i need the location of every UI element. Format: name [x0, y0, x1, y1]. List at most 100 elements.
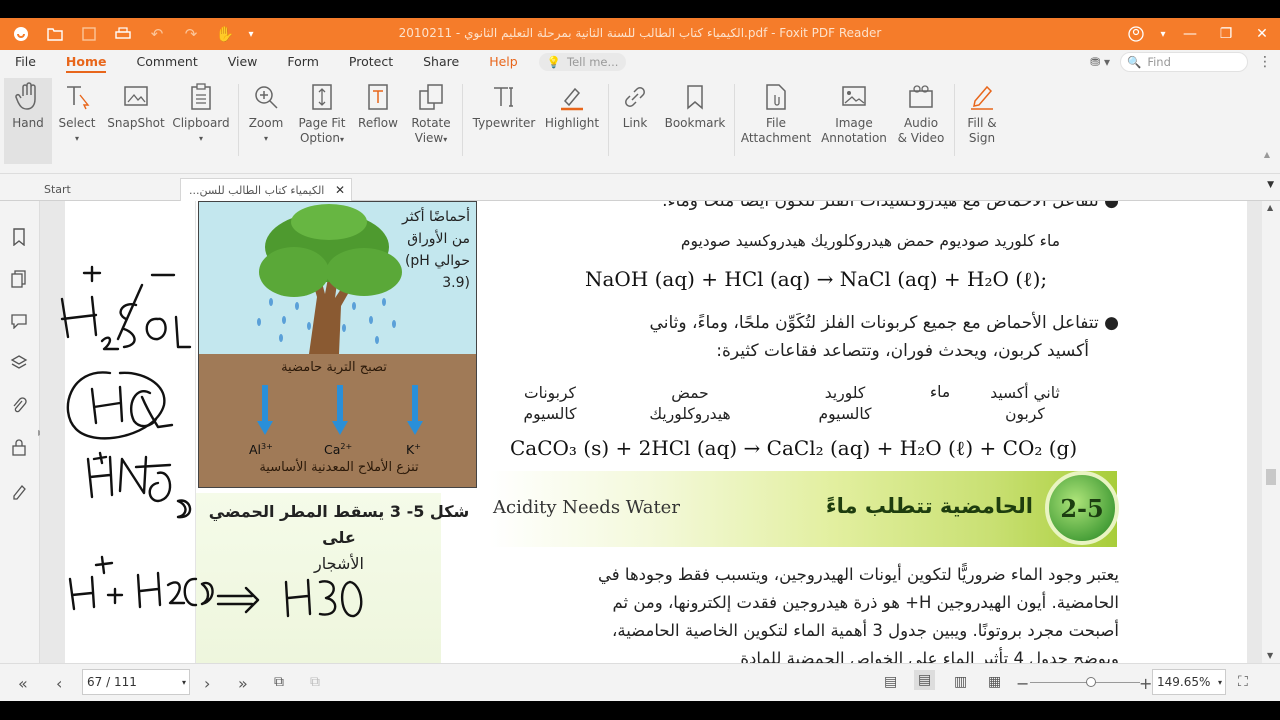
search-icon: 🔍	[1127, 55, 1142, 69]
redo-icon[interactable]: ↷	[174, 18, 208, 50]
page-number-input[interactable]: 67 / 111 ▾	[82, 669, 190, 695]
typewriter-icon	[491, 78, 517, 116]
name-co2: ثاني أكسيد كربون	[990, 384, 1060, 423]
bookmark-panel-icon[interactable]	[9, 227, 29, 247]
window-controls: ▾ — ❐ ✕	[1118, 18, 1280, 50]
tell-me-box[interactable]: 💡 Tell me...	[538, 53, 627, 71]
figure-label-line-3: حوالي pH)	[404, 253, 470, 269]
zoom-out-icon[interactable]: −	[1016, 674, 1029, 693]
figure-label-line-1: أحماضًا أكثر	[401, 209, 470, 225]
equation-naoh-hcl: NaOH (aq) + HCl (aq) → NaCl (aq) + H₂O (…	[585, 267, 1048, 291]
account-menu-icon[interactable]: ▾	[1154, 18, 1172, 50]
section-number-badge: 2-5	[1045, 471, 1119, 545]
page-fit-option-button[interactable]: Page Fit Option▾	[296, 78, 348, 164]
pages-panel-icon[interactable]	[9, 269, 29, 289]
menu-home[interactable]: Home	[51, 50, 122, 74]
ribbon-collapse-icon[interactable]: ▲	[1264, 150, 1270, 159]
close-icon[interactable]: ✕	[1244, 18, 1280, 50]
rotate-view-button[interactable]: Rotate View▾	[408, 78, 454, 164]
menu-protect[interactable]: Protect	[334, 50, 408, 74]
tab-list-icon[interactable]: ▼	[1267, 180, 1274, 190]
scroll-thumb[interactable]	[1266, 469, 1276, 485]
vertical-scrollbar[interactable]: ▲ ▼	[1262, 201, 1280, 663]
menu-file[interactable]: File	[0, 50, 51, 74]
zoom-button[interactable]: Zoom ▾	[246, 78, 286, 164]
undo-icon[interactable]: ↶	[140, 18, 174, 50]
find-input[interactable]: 🔍 Find	[1120, 52, 1248, 72]
menu-form[interactable]: Form	[272, 50, 334, 74]
security-panel-icon[interactable]	[9, 437, 29, 457]
account-icon[interactable]	[1118, 18, 1154, 50]
typewriter-button[interactable]: Typewriter	[472, 78, 536, 164]
bookmark-button[interactable]: Bookmark	[664, 78, 726, 164]
scroll-down-icon[interactable]: ▼	[1267, 651, 1273, 660]
scroll-up-icon[interactable]: ▲	[1267, 203, 1273, 212]
ribbon-separator	[954, 84, 955, 156]
more-options-icon[interactable]: ⋮	[1258, 54, 1272, 70]
section-title-english: Acidity Needs Water	[493, 497, 680, 518]
continuous-facing-icon[interactable]: ▦	[988, 674, 1001, 690]
menu-view[interactable]: View	[213, 50, 273, 74]
minimize-icon[interactable]: —	[1172, 18, 1208, 50]
audio-video-icon	[908, 78, 934, 116]
page-dropdown-icon[interactable]: ▾	[182, 678, 186, 687]
ion-al-label: Al3+	[249, 442, 273, 458]
zoom-dropdown-icon: ▾	[263, 134, 268, 143]
layers-panel-icon[interactable]	[9, 353, 29, 373]
facing-view-icon[interactable]: ▥	[954, 674, 967, 690]
previous-page-icon[interactable]: ‹	[56, 674, 62, 693]
comments-panel-icon[interactable]	[9, 311, 29, 331]
file-attachment-button[interactable]: File Attachment	[741, 78, 811, 164]
tab-document[interactable]: الكيمياء كتاب الطالب للسن... ✕	[180, 178, 352, 201]
title-bar: ↶ ↷ ✋ ▾ الكيمياء كتاب الطالب للسنة الثان…	[0, 18, 1280, 50]
zoom-dropdown-icon[interactable]: ▾	[1218, 678, 1222, 687]
menu-share[interactable]: Share	[408, 50, 474, 74]
menu-right-tools: ⛃ ▾ 🔍 Find ⋮	[1090, 50, 1272, 74]
hand-tool-quick-icon[interactable]: ✋	[208, 18, 242, 50]
highlight-button[interactable]: Highlight	[544, 78, 600, 164]
open-folder-icon[interactable]	[38, 18, 72, 50]
highlight-icon	[559, 78, 585, 116]
continuous-view-icon[interactable]: ▤	[914, 670, 936, 690]
search-options-icon[interactable]: ⛃ ▾	[1090, 55, 1110, 69]
previous-view-icon[interactable]: ⧉	[274, 674, 284, 690]
zoom-level-input[interactable]: 149.65% ▾	[1152, 669, 1226, 695]
signatures-panel-icon[interactable]	[9, 481, 29, 501]
link-button[interactable]: Link	[616, 78, 654, 164]
first-page-icon[interactable]: «	[18, 674, 28, 693]
save-icon[interactable]	[72, 18, 106, 50]
clipboard-icon	[190, 78, 212, 116]
customize-quick-access-icon[interactable]: ▾	[242, 18, 260, 50]
close-tab-icon[interactable]: ✕	[335, 183, 345, 197]
image-annotation-button[interactable]: Image Annotation	[820, 78, 888, 164]
attachments-panel-icon[interactable]	[9, 395, 29, 415]
figure-label-line-4: (3.9	[442, 275, 470, 291]
restore-icon[interactable]: ❐	[1208, 18, 1244, 50]
single-page-view-icon[interactable]: ▤	[884, 674, 897, 690]
reflow-button[interactable]: Reflow	[356, 78, 400, 164]
select-button[interactable]: Select ▾	[56, 78, 98, 164]
file-attachment-icon	[765, 78, 787, 116]
hand-button[interactable]: Hand	[4, 78, 52, 164]
bullet-hydroxides-line: ● تتفاعل الأحماض مع هيدروكسيدات الفلز لت…	[662, 201, 1119, 211]
next-page-icon[interactable]: ›	[204, 674, 210, 693]
tab-start[interactable]: Start	[36, 178, 176, 201]
last-page-icon[interactable]: »	[238, 674, 248, 693]
rotate-icon	[418, 78, 444, 116]
clipboard-button[interactable]: Clipboard ▾	[172, 78, 230, 164]
snapshot-button[interactable]: SnapShot	[106, 78, 166, 164]
status-bar: « ‹ 67 / 111 ▾ › » ⧉ ⧉ ▤ ▤ ▥ ▦ − + 149.6…	[0, 663, 1280, 701]
equation-caco3-hcl: CaCO₃ (s) + 2HCl (aq) → CaCl₂ (aq) + H₂O…	[510, 436, 1078, 460]
menu-help[interactable]: Help	[474, 50, 533, 74]
print-icon[interactable]	[106, 18, 140, 50]
audio-video-button[interactable]: Audio & Video	[896, 78, 946, 164]
menu-comment[interactable]: Comment	[121, 50, 212, 74]
fullscreen-icon[interactable]: ⛶	[1238, 674, 1248, 690]
fill-sign-button[interactable]: Fill & Sign	[960, 78, 1004, 164]
zoom-slider-handle[interactable]	[1086, 677, 1096, 687]
page-margin-strip	[65, 201, 196, 663]
ribbon-separator	[462, 84, 463, 156]
zoom-in-icon[interactable]: +	[1139, 674, 1152, 693]
name-caco3: كربونات كالسيوم	[523, 384, 577, 423]
zoom-slider[interactable]	[1030, 682, 1140, 683]
